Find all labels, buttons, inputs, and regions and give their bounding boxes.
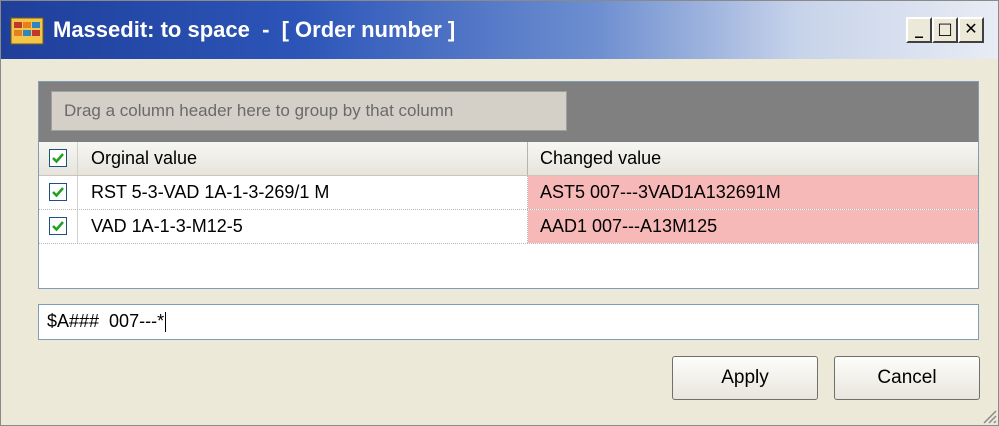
- table-row[interactable]: RST 5-3-VAD 1A-1-3-269/1 M AST5 007---3V…: [39, 176, 978, 210]
- group-by-panel[interactable]: Drag a column header here to group by th…: [39, 82, 978, 142]
- changed-value-cell[interactable]: AAD1 007---A13M125: [528, 210, 978, 243]
- row-checkbox-cell[interactable]: [39, 210, 78, 243]
- checkbox-icon: [52, 221, 64, 232]
- apply-button[interactable]: Apply: [672, 356, 818, 400]
- select-all-cell[interactable]: [39, 142, 78, 175]
- row-checkbox[interactable]: [49, 183, 67, 201]
- row-checkbox[interactable]: [49, 217, 67, 235]
- group-by-hint: Drag a column header here to group by th…: [51, 91, 567, 131]
- minimize-button[interactable]: _: [906, 17, 932, 43]
- text-caret: [165, 312, 167, 333]
- select-all-checkbox[interactable]: [49, 149, 67, 167]
- column-header-changed[interactable]: Changed value: [528, 142, 978, 175]
- original-value-cell[interactable]: VAD 1A-1-3-M12-5: [78, 210, 528, 243]
- table-row[interactable]: VAD 1A-1-3-M12-5 AAD1 007---A13M125: [39, 210, 978, 244]
- close-button[interactable]: ✕: [958, 17, 984, 43]
- size-grip-icon[interactable]: [981, 408, 997, 424]
- app-icon: [10, 17, 44, 45]
- original-value-cell[interactable]: RST 5-3-VAD 1A-1-3-269/1 M: [78, 176, 528, 209]
- pattern-input[interactable]: $A### 007---*: [38, 304, 979, 340]
- checkbox-icon: [52, 153, 64, 164]
- data-grid[interactable]: Drag a column header here to group by th…: [38, 81, 979, 289]
- checkbox-icon: [52, 187, 64, 198]
- changed-value-cell[interactable]: AST5 007---3VAD1A132691M: [528, 176, 978, 209]
- cancel-button[interactable]: Cancel: [834, 356, 980, 400]
- window-title: Massedit: to space - [ Order number ]: [53, 17, 456, 42]
- column-header-original[interactable]: Orginal value: [78, 142, 528, 175]
- row-checkbox-cell[interactable]: [39, 176, 78, 209]
- massedit-window: Massedit: to space - [ Order number ] _ …: [0, 0, 999, 426]
- pattern-input-value: $A### 007---*: [47, 311, 165, 331]
- grid-header-row: Orginal value Changed value: [39, 142, 978, 176]
- title-bar[interactable]: Massedit: to space - [ Order number ] _ …: [1, 1, 998, 59]
- maximize-button[interactable]: □: [932, 17, 958, 43]
